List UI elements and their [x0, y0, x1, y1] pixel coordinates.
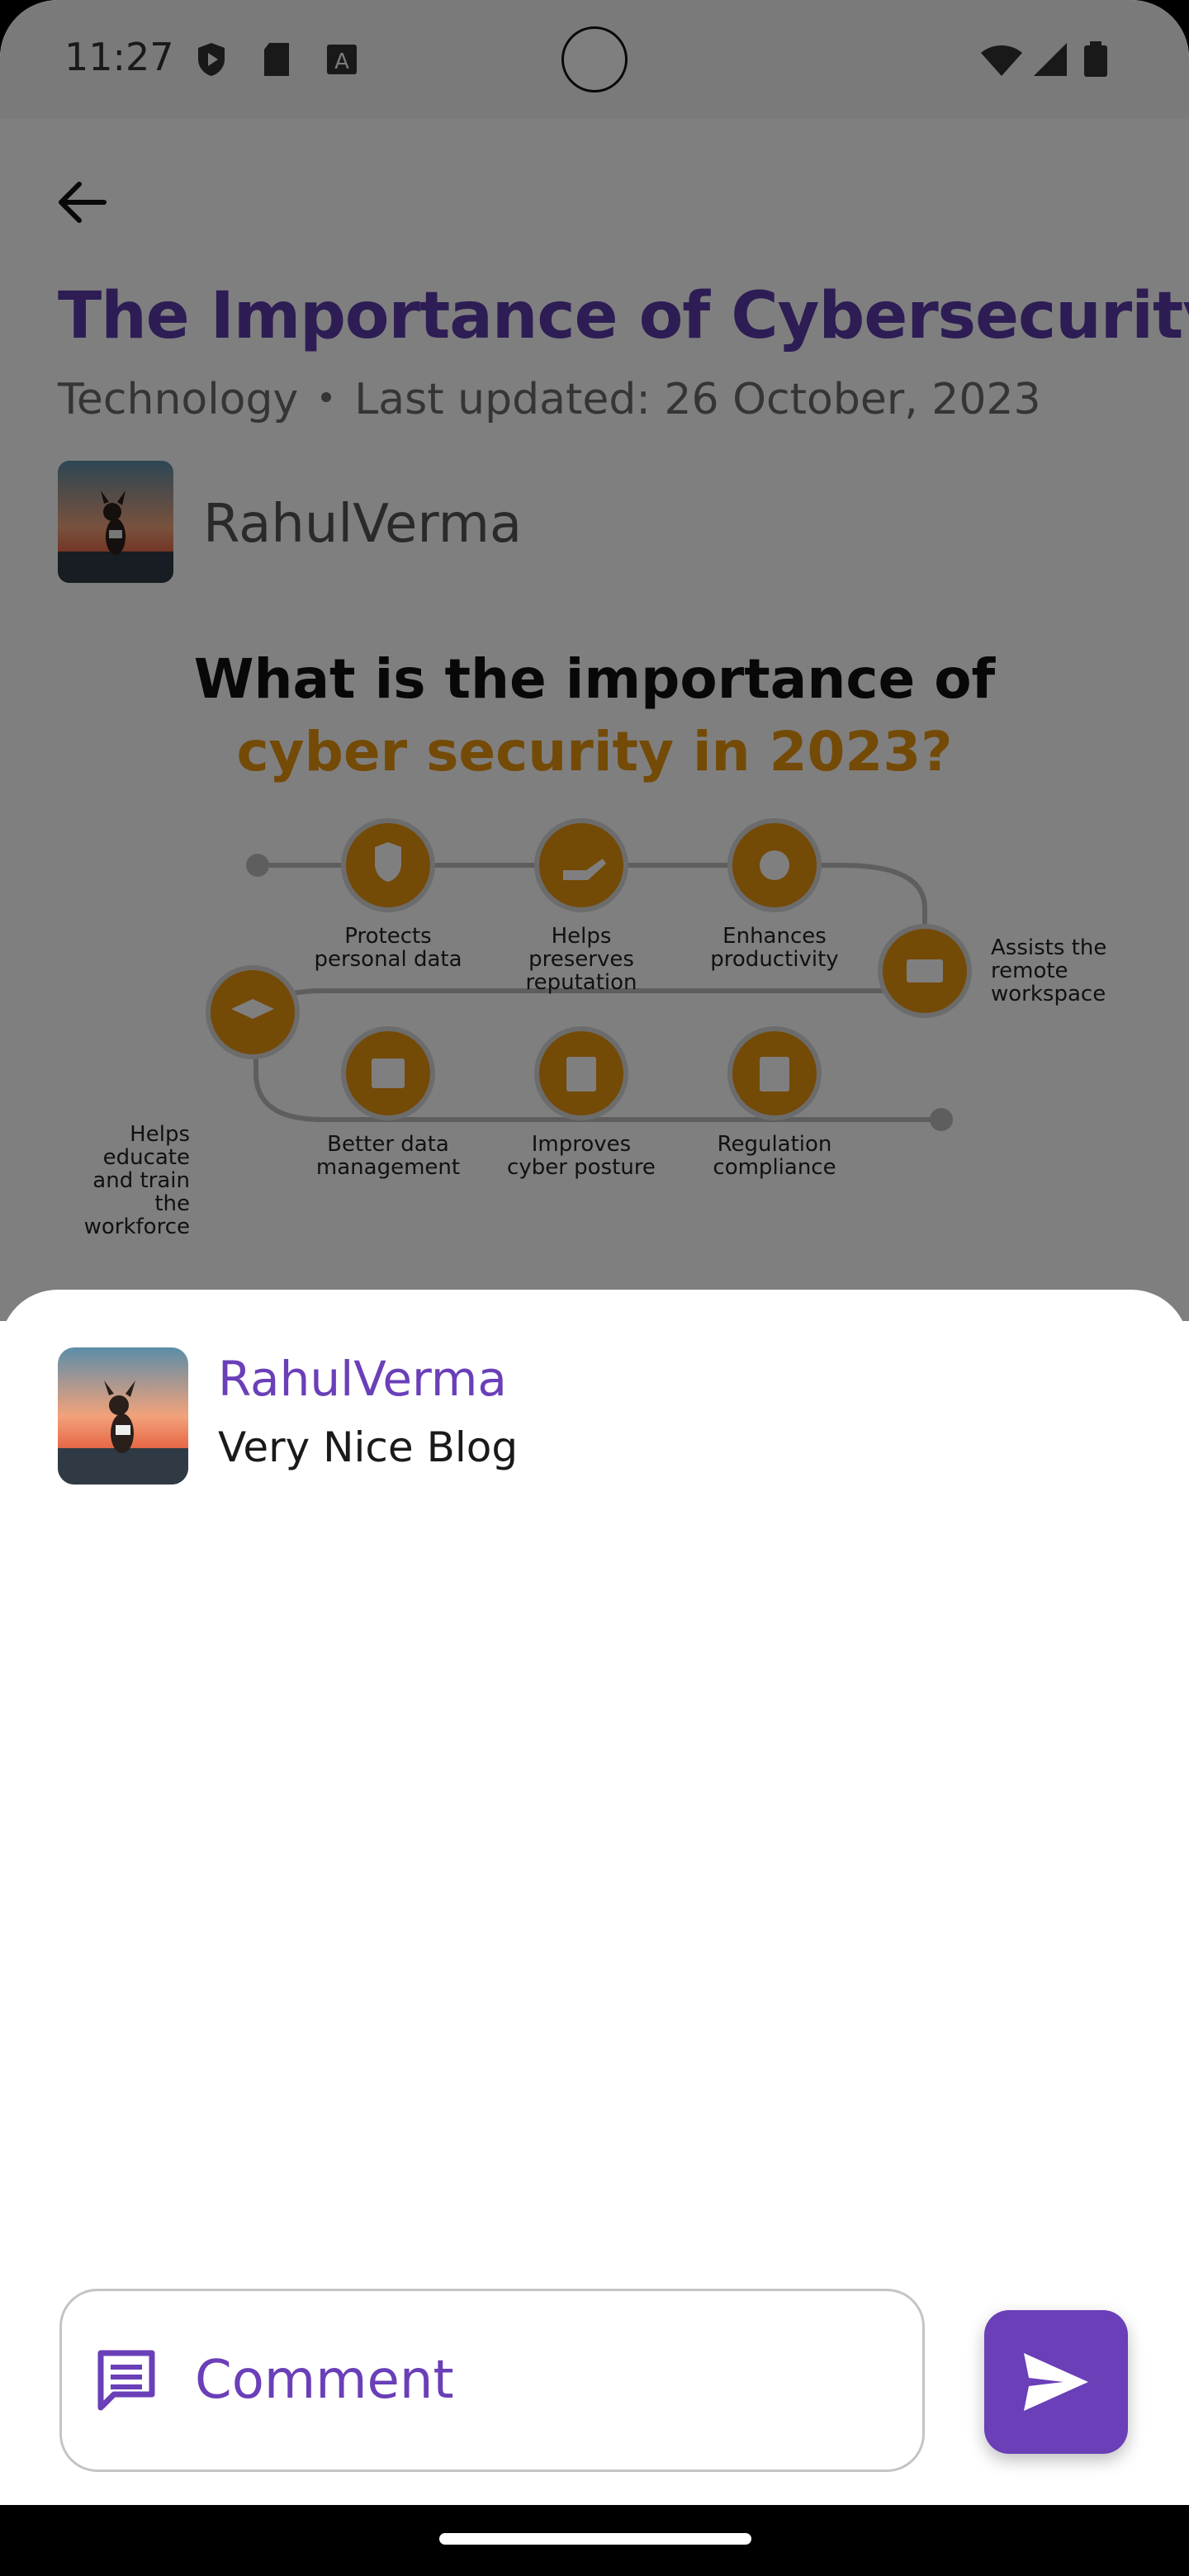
- comment-author[interactable]: RahulVerma: [218, 1351, 507, 1407]
- screen: 11:27 A The Importance of Cybersecurity …: [0, 0, 1189, 2576]
- comment-avatar[interactable]: [58, 1347, 188, 1485]
- send-icon: [1024, 2353, 1088, 2411]
- home-indicator[interactable]: [439, 2533, 751, 2545]
- avatar-image: [58, 1347, 188, 1485]
- comment-input[interactable]: [195, 2343, 905, 2417]
- comment-icon: [97, 2350, 155, 2411]
- comment-text: Very Nice Blog: [218, 1423, 519, 1471]
- modal-scrim[interactable]: [0, 0, 1189, 1321]
- send-button[interactable]: [984, 2310, 1128, 2454]
